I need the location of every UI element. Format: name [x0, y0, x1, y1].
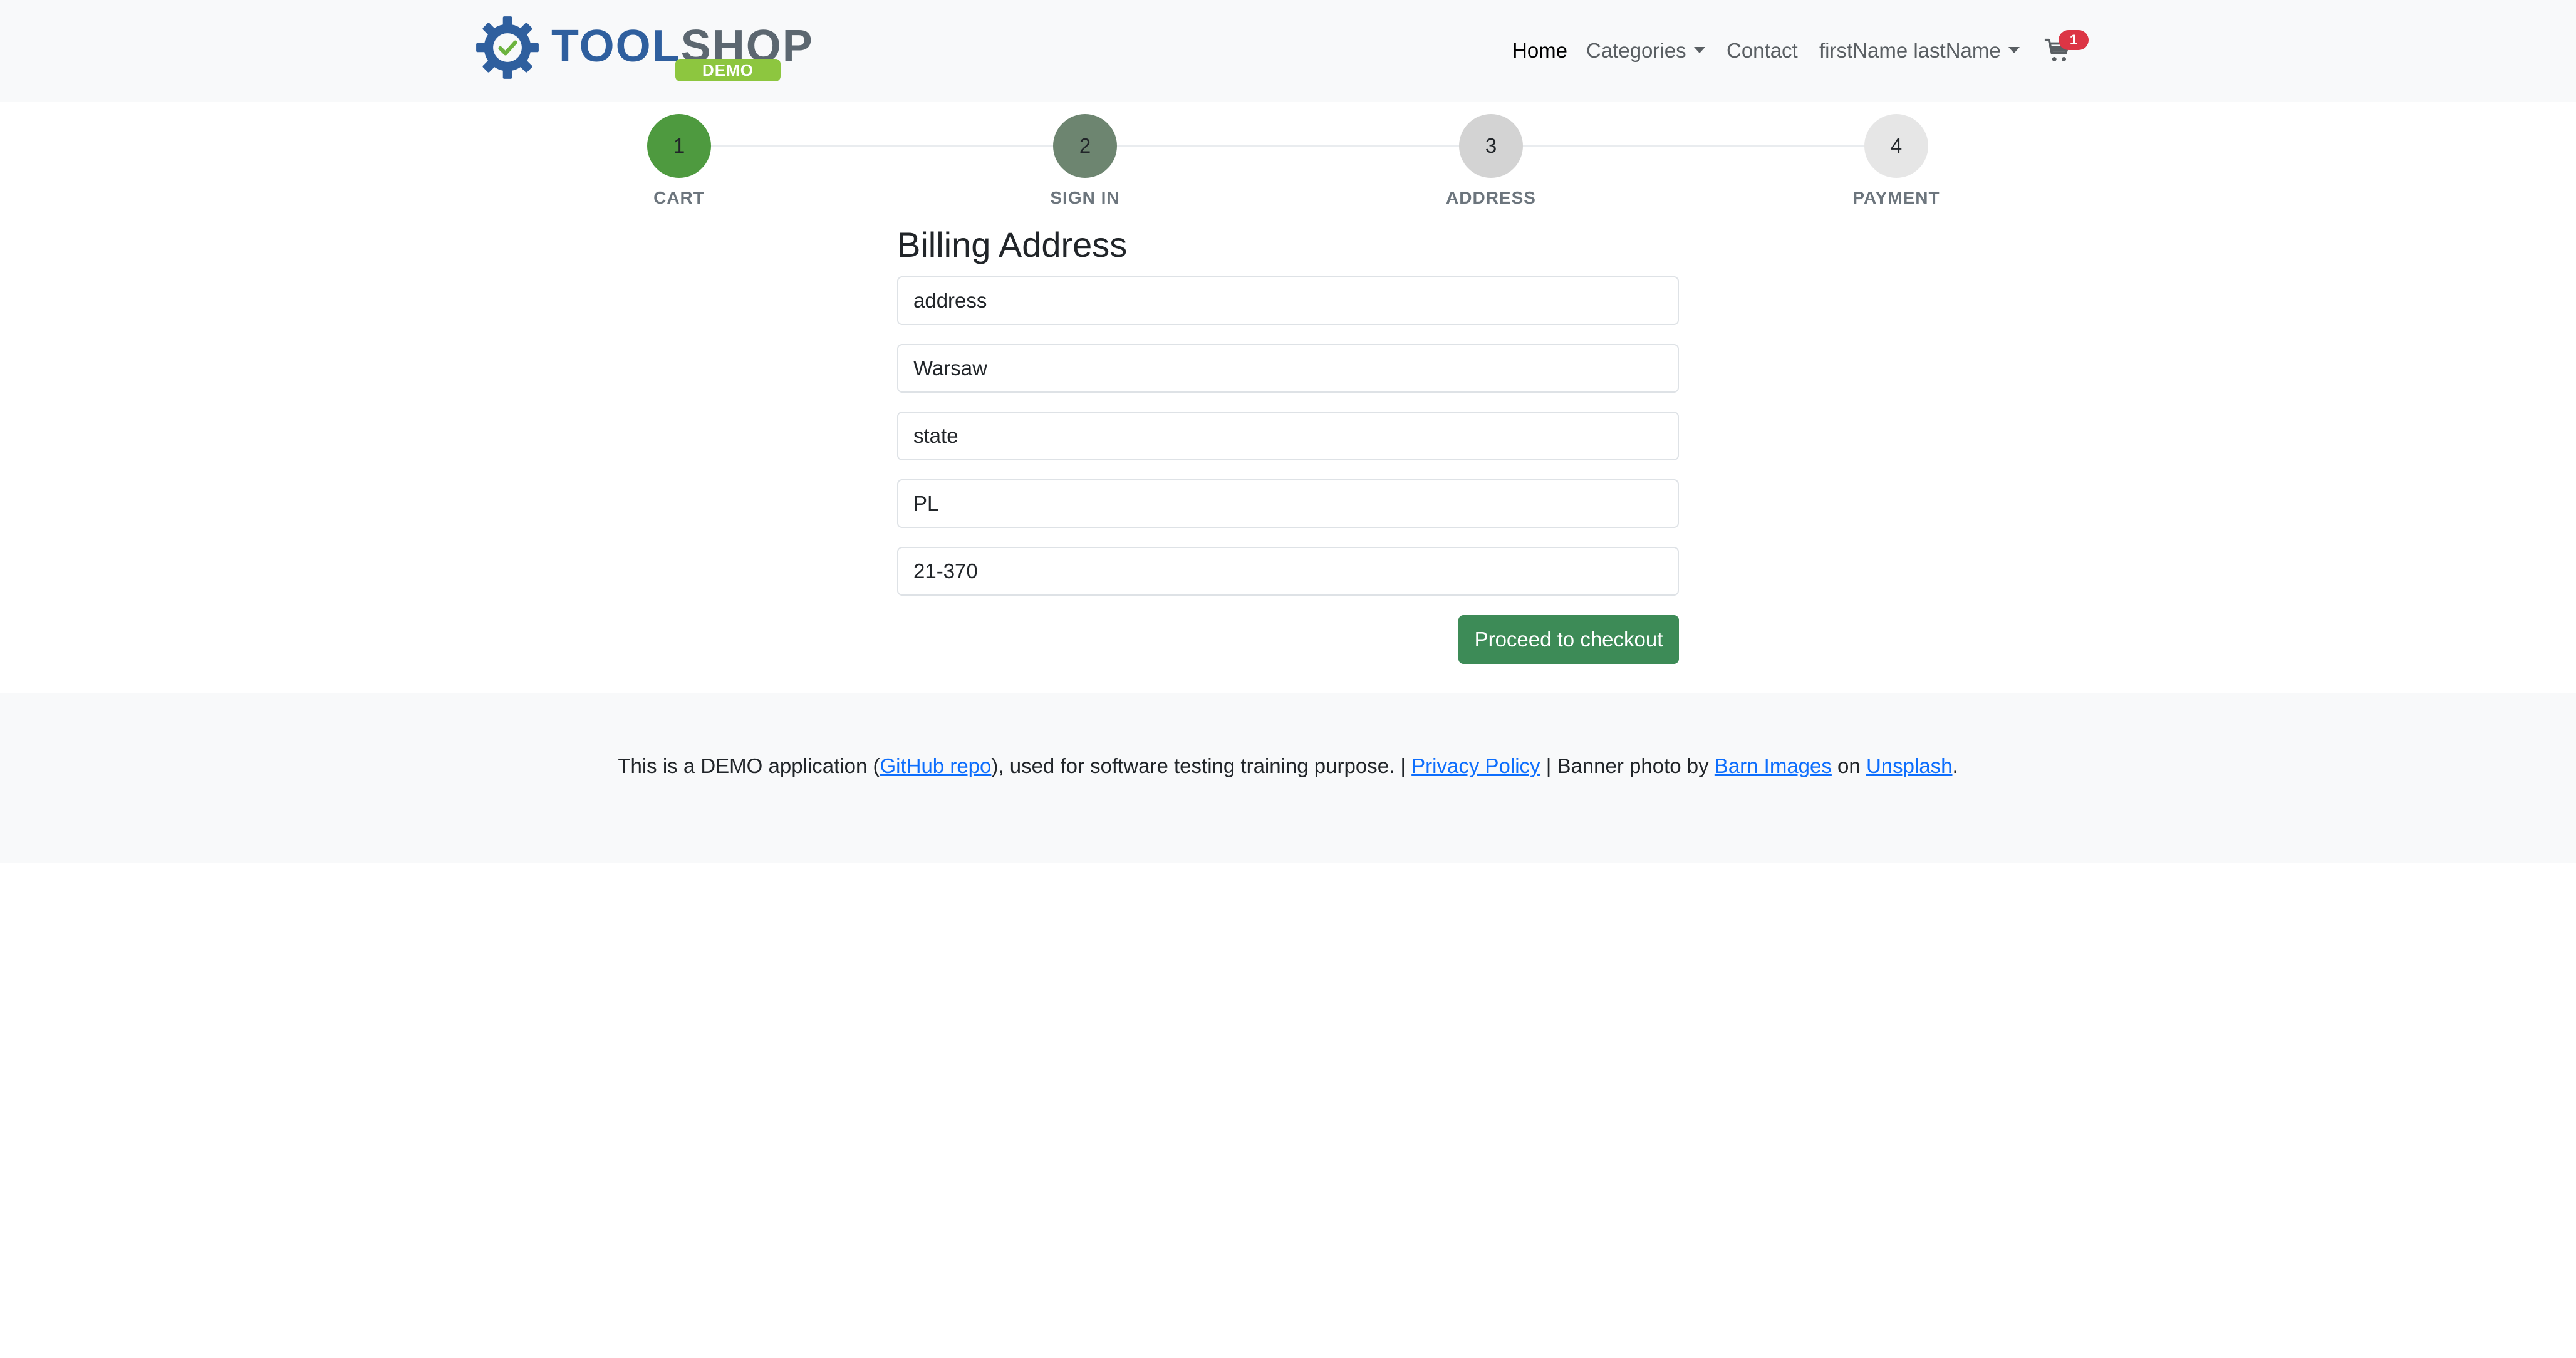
step-3-label: ADDRESS: [1446, 188, 1536, 207]
step-4-label: PAYMENT: [1852, 188, 1940, 207]
step-3-circle: 3: [1459, 114, 1523, 178]
step-4-circle: 4: [1864, 114, 1928, 178]
footer: This is a DEMO application (GitHub repo)…: [0, 693, 2576, 863]
footer-text-part: ), used for software testing training pu…: [991, 754, 1412, 777]
state-field[interactable]: [897, 412, 1679, 460]
top-navbar: TOOLSHOP DEMO Home Categories Contact fi…: [0, 0, 2576, 102]
footer-text-part: This is a DEMO application (: [618, 754, 880, 777]
city-field[interactable]: [897, 344, 1679, 393]
step-2-circle: 2: [1053, 114, 1117, 178]
footer-text-part: .: [1952, 754, 1958, 777]
step-1-label: CART: [653, 188, 705, 207]
page-title: Billing Address: [897, 225, 1128, 264]
chevron-down-icon: [2008, 47, 2020, 54]
footer-text: This is a DEMO application (GitHub repo)…: [0, 754, 2576, 778]
proceed-to-checkout-button[interactable]: Proceed to checkout: [1458, 615, 1679, 664]
nav-categories-label: Categories: [1586, 39, 1686, 62]
postcode-field[interactable]: [897, 547, 1679, 596]
nav-user-label: firstName lastName: [1819, 39, 2001, 62]
barn-images-link[interactable]: Barn Images: [1715, 754, 1832, 777]
nav-user-dropdown[interactable]: firstName lastName: [1819, 35, 2020, 66]
step-2-label: SIGN IN: [1050, 188, 1120, 207]
footer-text-part: | Banner photo by: [1540, 754, 1715, 777]
country-field[interactable]: [897, 479, 1679, 528]
footer-text-part: on: [1831, 754, 1866, 777]
unsplash-link[interactable]: Unsplash: [1866, 754, 1953, 777]
nav-contact[interactable]: Contact: [1727, 35, 1798, 66]
gear-check-icon: [476, 16, 539, 79]
privacy-policy-link[interactable]: Privacy Policy: [1411, 754, 1540, 777]
demo-badge: DEMO: [675, 59, 781, 81]
step-connector: [1116, 145, 1460, 147]
nav-home[interactable]: Home: [1512, 35, 1567, 66]
nav-categories-dropdown[interactable]: Categories: [1586, 35, 1705, 66]
chevron-down-icon: [1693, 47, 1705, 54]
github-repo-link[interactable]: GitHub repo: [880, 754, 991, 777]
address-field[interactable]: [897, 276, 1679, 325]
step-connector: [1522, 145, 1864, 147]
cart-count-badge: 1: [2059, 30, 2089, 50]
step-connector: [710, 145, 1054, 147]
toolshop-logo[interactable]: TOOLSHOP DEMO: [475, 15, 813, 85]
step-1-circle: 1: [647, 114, 711, 178]
